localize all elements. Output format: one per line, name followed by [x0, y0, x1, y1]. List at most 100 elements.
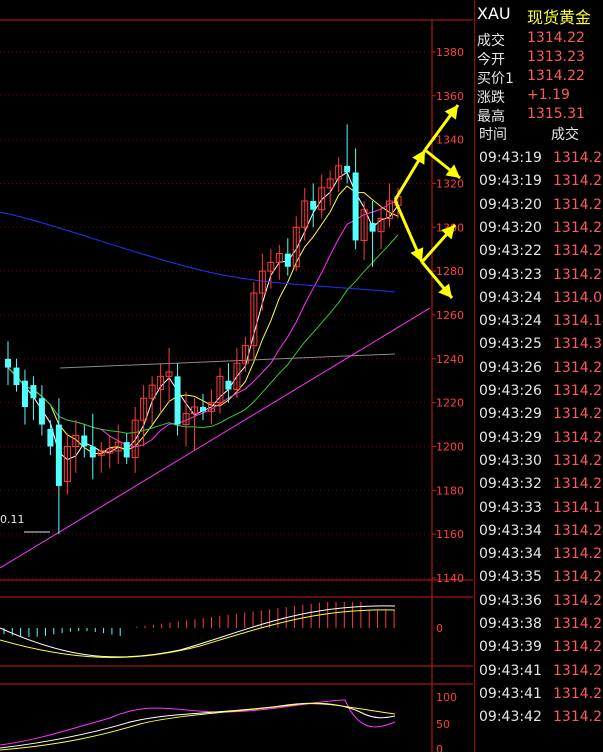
- candle-body: [225, 380, 232, 390]
- symbol: XAU: [477, 4, 511, 23]
- quote-title: XAU 现货黄金: [475, 2, 603, 27]
- tick-time: 09:43:34: [479, 546, 542, 563]
- ticks-header-time: 时间: [479, 127, 507, 143]
- candle-body: [81, 435, 88, 447]
- tick-row[interactable]: 09:43:19 1314.26: [475, 171, 603, 193]
- price-tick-label: 1280: [436, 265, 464, 278]
- tick-row[interactable]: 09:43:41 1314.28: [475, 661, 603, 683]
- tick-row[interactable]: 09:43:32 1314.25: [475, 474, 603, 496]
- candle-body: [55, 424, 62, 486]
- kdj-tick-label: 50: [436, 718, 450, 731]
- tick-row[interactable]: 09:43:20 1314.22: [475, 195, 603, 217]
- tick-row[interactable]: 09:43:24 1314.14: [475, 311, 603, 333]
- candle-body: [344, 165, 351, 173]
- tick-time: 09:43:23: [479, 266, 542, 283]
- tick-time: 09:43:26: [479, 383, 542, 399]
- tick-row[interactable]: 09:43:23 1314.26: [475, 265, 603, 287]
- candle-body: [38, 398, 45, 425]
- price-tick-label: 1380: [436, 46, 464, 59]
- tick-price: 1314.21: [553, 406, 603, 423]
- tick-price: 1314.25: [553, 476, 603, 493]
- tick-time: 09:43:25: [479, 336, 542, 353]
- tick-row[interactable]: 09:43:30 1314.25: [475, 451, 603, 473]
- tick-price: 1314.27: [553, 685, 603, 702]
- tick-row[interactable]: 09:43:38 1314.25: [475, 614, 603, 636]
- tick-time: 09:43:26: [479, 359, 542, 376]
- tick-price: 1314.23: [553, 150, 603, 166]
- tick-row[interactable]: 09:43:36 1314.27: [475, 591, 603, 613]
- trend-line: [0, 307, 431, 569]
- ma-gray-line: [59, 353, 396, 369]
- kdj-k-line: [0, 699, 396, 746]
- price-tick-label: 1160: [436, 528, 464, 541]
- tick-price: 1314.26: [553, 639, 603, 656]
- tick-time: 09:43:36: [479, 592, 542, 609]
- candle-body: [284, 253, 291, 267]
- tick-price: 1314.22: [553, 196, 603, 213]
- price-tick-label: 1180: [436, 484, 464, 497]
- tick-price: 1314.14: [553, 313, 603, 330]
- tick-row[interactable]: 09:43:22 1314.25: [475, 241, 603, 263]
- forecast-arrow-head: [444, 105, 458, 120]
- tick-time: 09:43:19: [479, 150, 542, 166]
- kdj-d-line: [0, 702, 396, 749]
- price-tick-label: 1340: [436, 134, 464, 147]
- tick-row[interactable]: 09:43:34 1314.29: [475, 544, 603, 566]
- candle-body: [174, 376, 181, 425]
- tick-time: 09:43:34: [479, 522, 542, 539]
- tick-row[interactable]: 09:43:20 1314.26: [475, 218, 603, 240]
- instrument-name: 现货黄金: [527, 8, 592, 27]
- tick-price: 1314.19: [553, 499, 603, 516]
- quote-field-value: +1.19: [527, 87, 570, 103]
- candle-body: [5, 358, 11, 368]
- quote-panel: XAU 现货黄金 成交 1314.22 今开 1313.23 买价1 1314.22 涨跌 +…: [474, 0, 603, 752]
- ticks-header-price: 成交: [551, 127, 579, 143]
- candle-body: [89, 446, 96, 458]
- tick-row[interactable]: 09:43:39 1314.26: [475, 637, 603, 659]
- tick-time: 09:43:19: [479, 173, 542, 190]
- tick-row[interactable]: 09:43:25 1314.30: [475, 334, 603, 356]
- tick-time: 09:43:39: [479, 639, 542, 656]
- tick-row[interactable]: 09:43:26 1314.23: [475, 381, 603, 403]
- tick-time: 09:43:22: [479, 243, 542, 260]
- tick-price: 1314.28: [553, 662, 603, 679]
- tick-row[interactable]: 09:43:26 1314.25: [475, 358, 603, 380]
- price-tick-label: 1360: [436, 90, 464, 103]
- macd-tick-label: 0: [436, 622, 443, 635]
- candlestick-chart[interactable]: 1140116011801200122012401260128013001320…: [0, 0, 473, 752]
- candle-body: [123, 442, 130, 458]
- tick-row[interactable]: 09:43:33 1314.19: [475, 498, 603, 520]
- tick-row[interactable]: 09:43:41 1314.27: [475, 684, 603, 706]
- price-tick-label: 1220: [436, 397, 464, 410]
- tick-price: 1314.30: [553, 336, 603, 353]
- tick-row[interactable]: 09:43:29 1314.21: [475, 404, 603, 426]
- tick-time: 09:43:24: [479, 313, 542, 330]
- tick-price: 1314.26: [553, 266, 603, 283]
- quote-field-value: 1314.22: [527, 68, 585, 84]
- min-price-label: 0.11: [0, 513, 25, 526]
- tick-row[interactable]: 09:43:34 1314.24: [475, 521, 603, 543]
- tick-row[interactable]: 09:43:42 1314.25: [475, 707, 603, 729]
- tick-price: 1314.25: [553, 616, 603, 632]
- candle-body: [30, 385, 37, 399]
- tick-price: 1314.29: [553, 546, 603, 563]
- ticks-header: 时间 成交: [475, 122, 603, 144]
- candle-body: [47, 428, 54, 447]
- tick-price: 1314.25: [553, 243, 603, 260]
- tick-time: 09:43:38: [479, 616, 542, 632]
- price-tick-label: 1240: [436, 353, 464, 366]
- tick-price: 1314.28: [553, 569, 603, 586]
- tick-row[interactable]: 09:43:29 1314.26: [475, 428, 603, 450]
- tick-row[interactable]: 09:43:19 1314.23: [475, 148, 603, 170]
- candle-body: [200, 407, 206, 412]
- tick-row[interactable]: 09:43:24 1314.08: [475, 288, 603, 310]
- tick-price: 1314.25: [553, 359, 603, 376]
- tick-price: 1314.24: [553, 522, 603, 539]
- tick-price: 1314.23: [553, 383, 603, 399]
- candle-body: [13, 367, 20, 386]
- kdj-tick-label: 0: [436, 743, 443, 752]
- tick-price: 1314.26: [553, 219, 603, 236]
- tick-row[interactable]: 09:43:35 1314.28: [475, 567, 603, 589]
- tick-time: 09:43:32: [479, 476, 542, 493]
- kdj-tick-label: 100: [436, 691, 457, 704]
